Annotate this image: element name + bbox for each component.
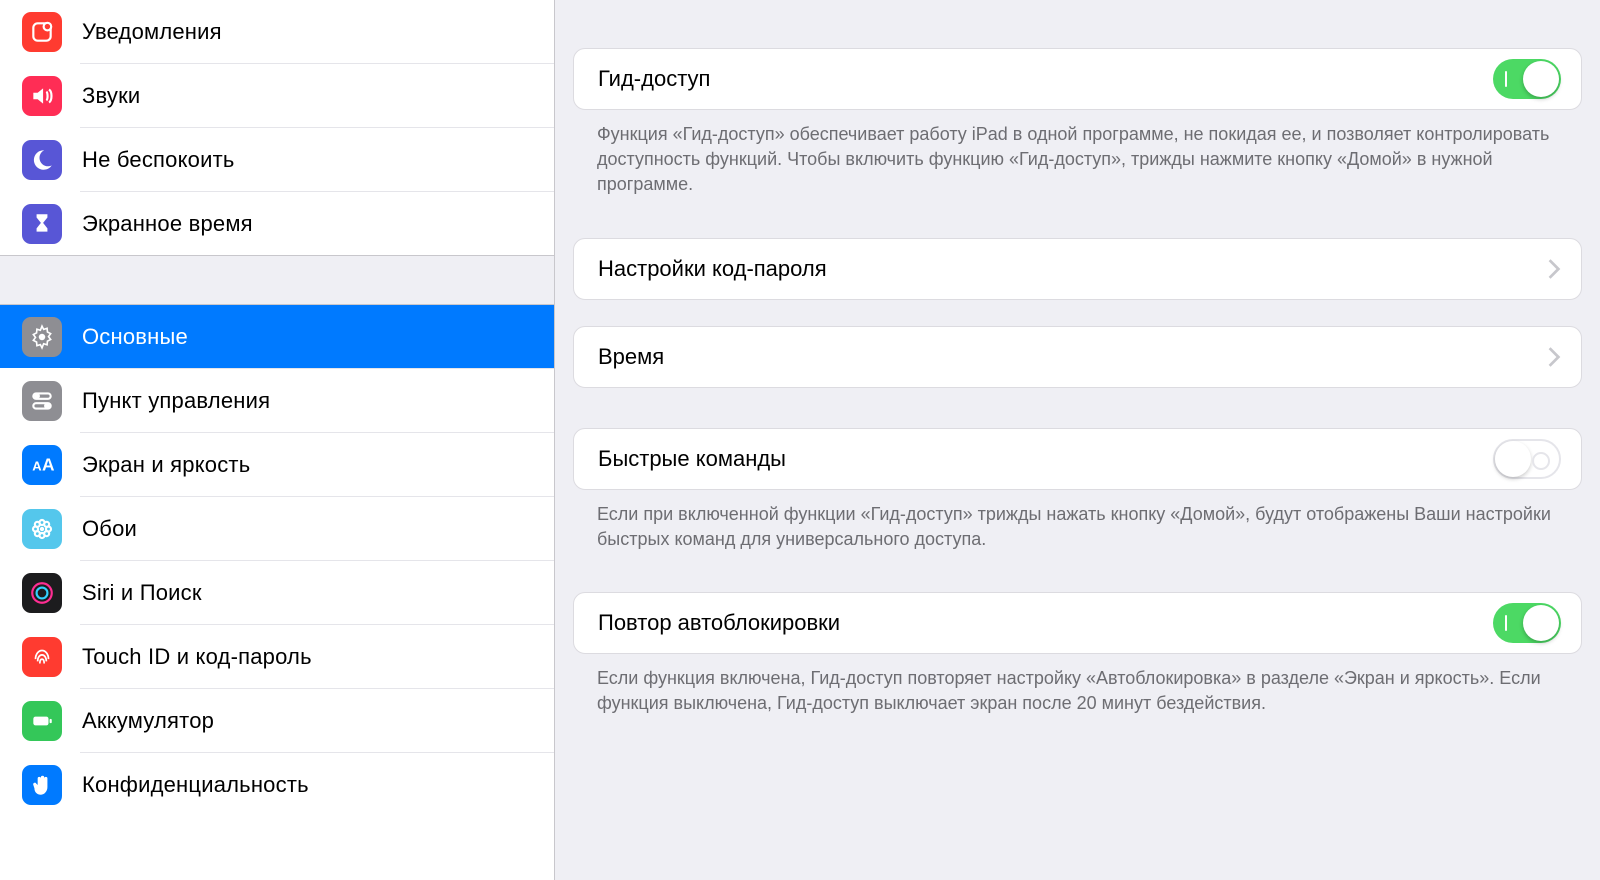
sidebar-item-label: Основные <box>82 324 188 350</box>
footer-guided-access: Функция «Гид-доступ» обеспечивает работу… <box>573 110 1582 198</box>
sidebar-item-label: Уведомления <box>82 19 222 45</box>
row-shortcuts: Быстрые команды <box>573 428 1582 490</box>
notifications-icon <box>22 12 62 52</box>
sidebar-item-siri[interactable]: Siri и Поиск <box>0 561 554 624</box>
sidebar-item-label: Звуки <box>82 83 140 109</box>
toggle-guided-access[interactable] <box>1493 59 1561 99</box>
settings-sidebar: Уведомления Звуки Не беспокоить Экранное… <box>0 0 555 880</box>
sounds-icon <box>22 76 62 116</box>
svg-text:A: A <box>32 458 42 473</box>
sidebar-item-dnd[interactable]: Не беспокоить <box>0 128 554 191</box>
sidebar-item-notifications[interactable]: Уведомления <box>0 0 554 63</box>
row-guided-access: Гид-доступ <box>573 48 1582 110</box>
sidebar-spacer <box>0 255 554 305</box>
sidebar-item-label: Экранное время <box>82 211 253 237</box>
toggle-shortcuts[interactable] <box>1493 439 1561 479</box>
chevron-right-icon <box>1547 258 1561 280</box>
row-passcode-settings[interactable]: Настройки код-пароля <box>573 238 1582 300</box>
row-time[interactable]: Время <box>573 326 1582 388</box>
sidebar-item-label: Не беспокоить <box>82 147 235 173</box>
sidebar-item-screentime[interactable]: Экранное время <box>0 192 554 255</box>
sidebar-item-label: Обои <box>82 516 137 542</box>
sidebar-item-general[interactable]: Основные <box>0 305 554 368</box>
sidebar-item-wallpaper[interactable]: Обои <box>0 497 554 560</box>
gear-icon <box>22 317 62 357</box>
sidebar-item-sounds[interactable]: Звуки <box>0 64 554 127</box>
siri-icon <box>22 573 62 613</box>
fingerprint-icon <box>22 637 62 677</box>
sidebar-group-2: Основные Пункт управления AA Экран и ярк… <box>0 305 554 816</box>
row-autolock-mirror: Повтор автоблокировки <box>573 592 1582 654</box>
footer-shortcuts: Если при включенной функции «Гид-доступ»… <box>573 490 1582 552</box>
hourglass-icon <box>22 204 62 244</box>
sidebar-item-label: Экран и яркость <box>82 452 250 478</box>
sidebar-item-label: Аккумулятор <box>82 708 214 734</box>
footer-autolock-mirror: Если функция включена, Гид-доступ повтор… <box>573 654 1582 716</box>
moon-icon <box>22 140 62 180</box>
battery-icon <box>22 701 62 741</box>
row-title: Быстрые команды <box>598 446 786 472</box>
svg-text:A: A <box>42 454 55 474</box>
sidebar-item-battery[interactable]: Аккумулятор <box>0 689 554 752</box>
sidebar-item-controlcenter[interactable]: Пункт управления <box>0 369 554 432</box>
row-title: Настройки код-пароля <box>598 256 827 282</box>
aa-icon: AA <box>22 445 62 485</box>
sidebar-item-privacy[interactable]: Конфиденциальность <box>0 753 554 816</box>
row-title: Гид-доступ <box>598 66 710 92</box>
sidebar-item-label: Siri и Поиск <box>82 580 202 606</box>
sidebar-item-label: Пункт управления <box>82 388 270 414</box>
chevron-right-icon <box>1547 346 1561 368</box>
sidebar-item-label: Конфиденциальность <box>82 772 309 798</box>
sidebar-item-label: Touch ID и код-пароль <box>82 644 312 670</box>
sidebar-group-1: Уведомления Звуки Не беспокоить Экранное… <box>0 0 554 255</box>
sidebar-item-touchid[interactable]: Touch ID и код-пароль <box>0 625 554 688</box>
switches-icon <box>22 381 62 421</box>
hand-icon <box>22 765 62 805</box>
row-title: Повтор автоблокировки <box>598 610 840 636</box>
settings-content: Гид-доступ Функция «Гид-доступ» обеспечи… <box>555 0 1600 880</box>
toggle-autolock-mirror[interactable] <box>1493 603 1561 643</box>
row-title: Время <box>598 344 664 370</box>
flower-icon <box>22 509 62 549</box>
sidebar-item-display[interactable]: AA Экран и яркость <box>0 433 554 496</box>
